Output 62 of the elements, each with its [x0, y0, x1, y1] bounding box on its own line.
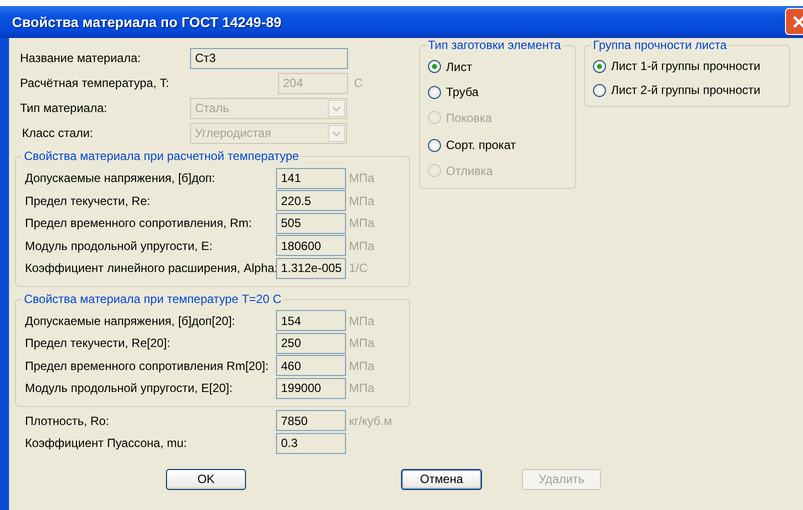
radio-label[interactable]: Лист 1-й группы прочности	[611, 58, 760, 74]
group-title: Свойства материала при температуре T=20 C	[22, 292, 284, 306]
unit-label: МПа	[348, 194, 374, 208]
unit-label: МПа	[348, 238, 374, 253]
radio-label[interactable]: Сорт. прокат	[446, 138, 516, 152]
dropdown-value: Углеродистая	[195, 126, 272, 141]
field-label: Допускаемые напряжения, [б]доп[20]:	[25, 314, 236, 328]
input-field[interactable]: 1.312e-005	[276, 258, 346, 279]
input-field[interactable]: 154	[276, 310, 346, 332]
field-label: Класс стали:	[21, 126, 94, 141]
chevron-down-icon	[332, 130, 341, 136]
field-label: Предел временного сопротивления, Rm:	[25, 216, 253, 230]
unit-label: МПа	[348, 314, 374, 328]
radio-circle[interactable]	[428, 138, 441, 152]
radio-label: Поковка	[446, 110, 492, 125]
button[interactable]: OK	[166, 468, 246, 490]
radio-circle[interactable]	[428, 60, 441, 74]
unit-label: 1/C	[348, 261, 368, 276]
group-title: Свойства материала при расчетной температуре	[22, 149, 301, 164]
chevron-down-icon	[332, 106, 341, 112]
field-label: Модуль продольной упругости, E:	[25, 238, 214, 253]
input-field[interactable]: 505	[276, 212, 346, 234]
group-title: Тип заготовки элемента	[426, 38, 563, 52]
input-field[interactable]: 220.5	[276, 190, 346, 212]
radio-circle[interactable]	[428, 86, 441, 99]
unit-label: МПа	[348, 381, 374, 396]
radio-circle[interactable]	[593, 60, 606, 72]
input-field[interactable]: 250	[276, 332, 346, 354]
dropdown-value: Сталь	[195, 101, 229, 116]
field-label: Название материала:	[20, 51, 142, 66]
field-label: Расчётная температура, T:	[20, 76, 170, 91]
unit-label: кг/куб.м	[348, 414, 392, 428]
input-field[interactable]: 460	[276, 355, 346, 376]
input-field[interactable]: 199000	[276, 378, 346, 399]
input-field[interactable]: 7850	[276, 410, 346, 432]
unit-label: МПа	[348, 171, 374, 186]
close-icon	[791, 14, 803, 30]
input-field[interactable]: 180600	[276, 235, 346, 256]
field-label: Тип материала:	[20, 101, 108, 116]
field-label: Плотность, Ro:	[25, 414, 110, 428]
radio-label[interactable]: Лист 2-й группы прочности	[611, 82, 760, 98]
radio-circle[interactable]	[593, 84, 606, 96]
radio-label[interactable]: Труба	[446, 85, 479, 100]
field-label: Модуль продольной упругости, E[20]:	[25, 381, 234, 396]
field-label: Коэффициент линейного расширения, Alpha:	[25, 261, 276, 276]
unit-label: C	[353, 76, 363, 91]
window-title: Свойства материала по ГОСТ 14249-89	[12, 14, 282, 30]
input-field[interactable]: 0.3	[276, 432, 346, 454]
field-label: Коэффициент Пуассона, mu:	[25, 436, 188, 450]
radio-label: Отливка	[446, 164, 493, 178]
button[interactable]: Отмена	[401, 468, 482, 490]
radio-label[interactable]: Лист	[446, 60, 472, 74]
input-field[interactable]: Ст3	[190, 48, 348, 69]
field-label: Предел временного сопротивления Rm[20]:	[25, 358, 270, 373]
field-label: Допускаемые напряжения, [б]доп:	[25, 171, 216, 186]
unit-label: МПа	[348, 358, 374, 373]
unit-label: МПа	[348, 336, 374, 350]
input-field[interactable]: 141	[276, 168, 346, 189]
unit-label: МПа	[348, 216, 374, 230]
group-title: Группа прочности листа	[591, 38, 729, 52]
field-label: Предел текучести, Re:	[25, 194, 152, 208]
field-label: Предел текучести, Re[20]:	[25, 336, 172, 350]
